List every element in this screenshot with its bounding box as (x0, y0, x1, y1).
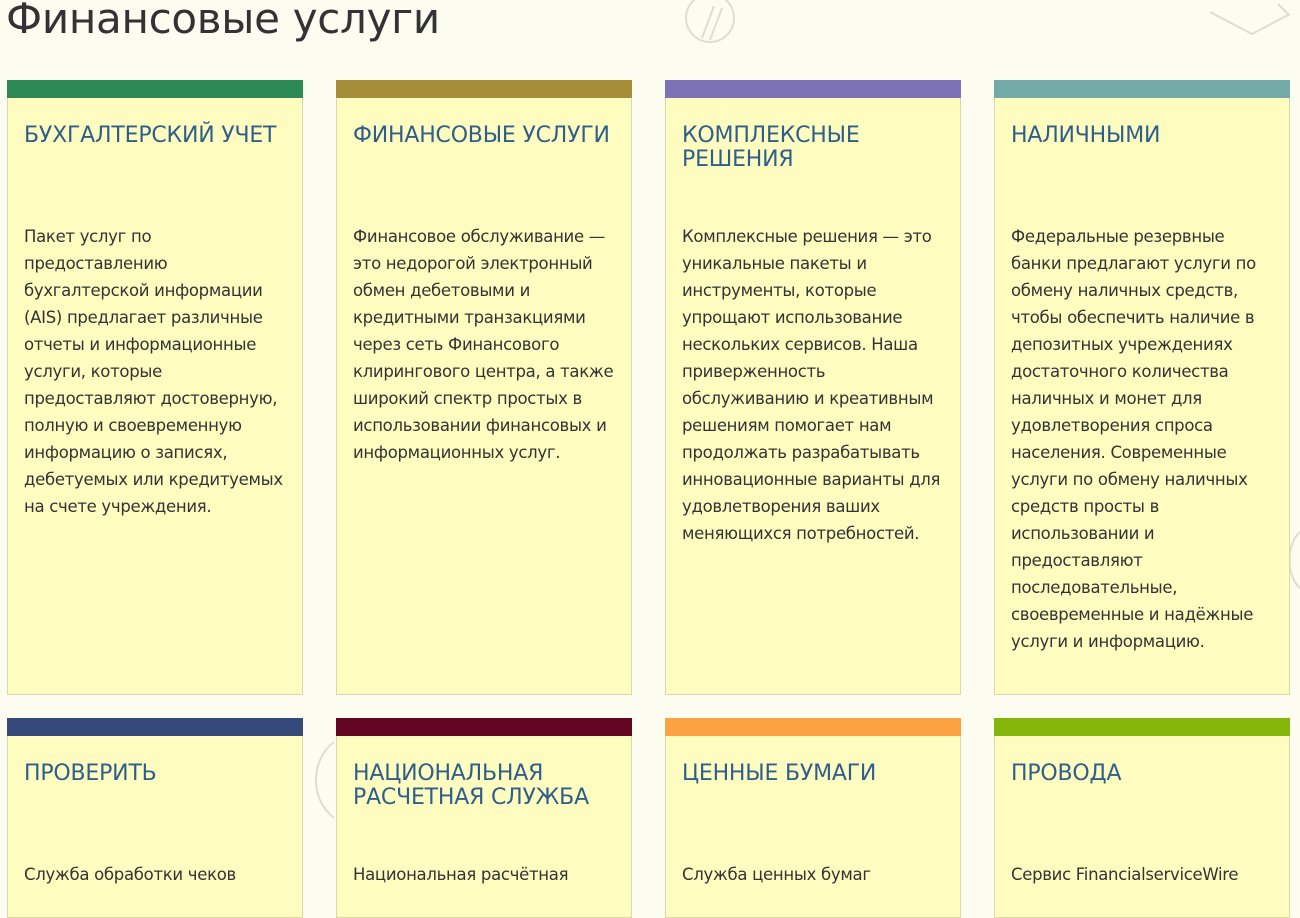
arc-doodle-icon (315, 741, 335, 819)
card-title[interactable]: ПРОВЕРИТЬ (8, 762, 302, 786)
card-color-bar (7, 718, 303, 736)
card-color-bar (336, 718, 632, 736)
card-description: Сервис FinancialserviceWire (1011, 865, 1239, 884)
card-title[interactable]: БУХГАЛТЕРСКИЙ УЧЕТ (8, 124, 302, 148)
card-description: Комплексные решения — это уникальные пак… (682, 227, 941, 543)
card-color-bar (665, 718, 961, 736)
card-color-bar (336, 80, 632, 98)
card-title[interactable]: КОМПЛЕКСНЫЕ РЕШЕНИЯ (666, 124, 960, 172)
card-title[interactable]: НАЛИЧНЫМИ (995, 124, 1289, 148)
page-title: Финансовые услуги (6, 0, 440, 43)
card-title[interactable]: НАЦИОНАЛЬНАЯ РАСЧЕТНАЯ СЛУЖБА (337, 762, 631, 810)
paper-doodle-icon (1209, 3, 1291, 36)
card-description: Финансовое обслуживание — это недорогой … (353, 227, 614, 462)
service-card-wire[interactable]: ПРОВОДА Сервис FinancialserviceWire (994, 718, 1290, 918)
card-color-bar (665, 80, 961, 98)
card-title[interactable]: ЦЕННЫЕ БУМАГИ (666, 762, 960, 786)
service-card-securities[interactable]: ЦЕННЫЕ БУМАГИ Служба ценных бумаг (665, 718, 961, 918)
card-description: Национальная расчётная (353, 865, 569, 884)
service-card-financial-services[interactable]: ФИНАНСОВЫЕ УСЛУГИ Финансовое обслуживани… (336, 80, 632, 695)
card-description: Федеральные резервные банки предлагают у… (1011, 227, 1256, 651)
service-card-national-settlement[interactable]: НАЦИОНАЛЬНАЯ РАСЧЕТНАЯ СЛУЖБА Национальн… (336, 718, 632, 918)
card-description: Служба обработки чеков (24, 865, 236, 884)
card-title[interactable]: ПРОВОДА (995, 762, 1289, 786)
service-card-check[interactable]: ПРОВЕРИТЬ Служба обработки чеков (7, 718, 303, 918)
card-color-bar (994, 80, 1290, 98)
card-color-bar (7, 80, 303, 98)
service-card-accounting[interactable]: БУХГАЛТЕРСКИЙ УЧЕТ Пакет услуг по предос… (7, 80, 303, 695)
coin-doodle-icon (685, 0, 735, 43)
card-description: Пакет услуг по предоставлению бухгалтерс… (24, 227, 283, 516)
service-card-integrated-solutions[interactable]: КОМПЛЕКСНЫЕ РЕШЕНИЯ Комплексные решения … (665, 80, 961, 695)
card-color-bar (994, 718, 1290, 736)
card-title[interactable]: ФИНАНСОВЫЕ УСЛУГИ (337, 124, 631, 148)
card-description: Служба ценных бумаг (682, 865, 871, 884)
service-card-cash[interactable]: НАЛИЧНЫМИ Федеральные резервные банки пр… (994, 80, 1290, 695)
